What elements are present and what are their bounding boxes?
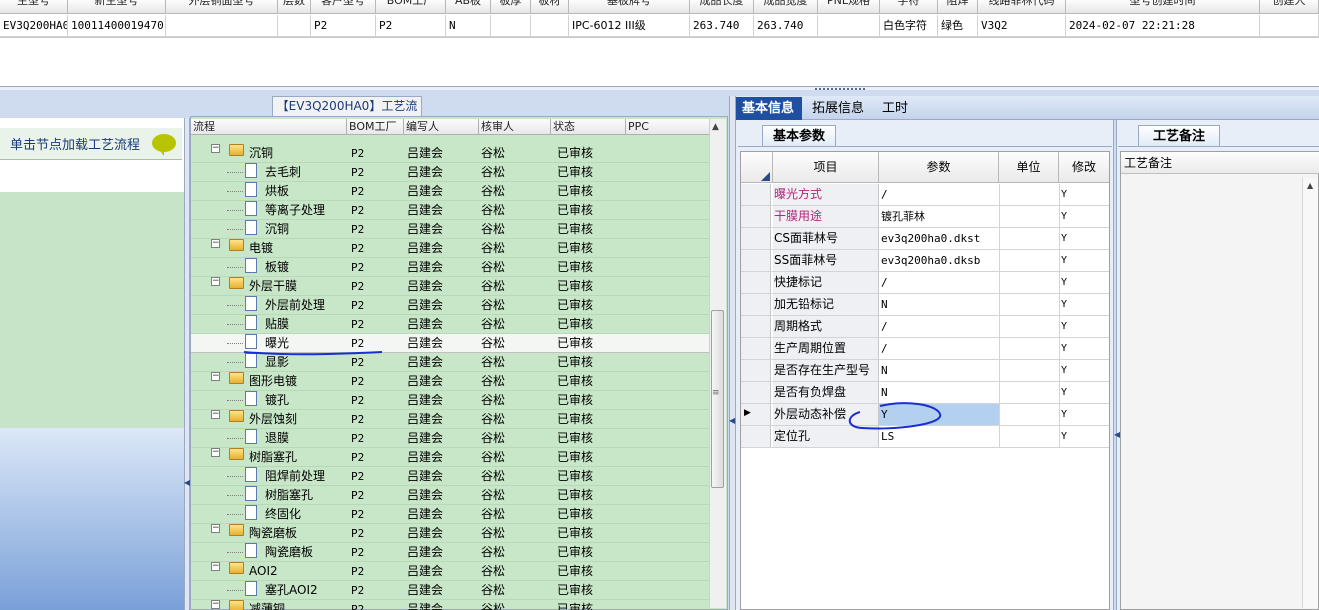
annotation-underline — [243, 351, 383, 356]
annotation-circle — [848, 402, 942, 430]
annotation-layer — [243, 351, 942, 430]
